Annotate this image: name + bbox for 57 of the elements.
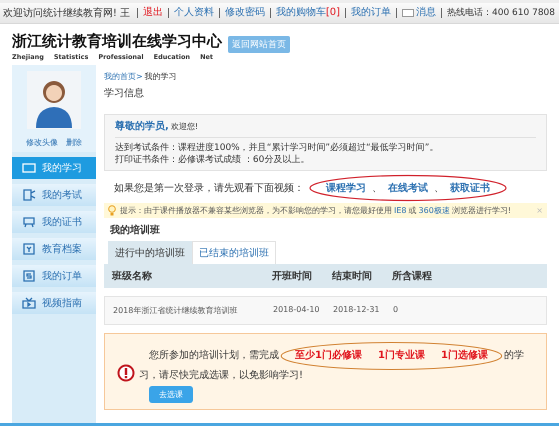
page-title: 学习信息: [104, 86, 145, 100]
user-name: 王: [120, 7, 130, 20]
alert-text: 您所参加的培训计划，需完成 至少1门必修课 1门专业课 1门选修课 的学习，请尽快完成选课，以免影响学习!: [139, 342, 538, 382]
column-header: 班级名称: [112, 270, 153, 283]
avatar-action-link[interactable]: 修改头像: [26, 137, 58, 148]
menu-icon: [22, 297, 36, 309]
sidebar-item[interactable]: 教育档案: [12, 238, 96, 260]
menu-icon: [22, 243, 36, 255]
menu-icon: [22, 162, 36, 174]
table-cell-text: 2018-04-10: [273, 305, 320, 316]
warning-icon: [117, 364, 135, 382]
top-link[interactable]: 个人资料: [168, 8, 214, 18]
site-title: 浙江统计教育培训在线学习中心: [12, 32, 222, 51]
separator-text: 、: [372, 182, 382, 195]
column-header: 结束时间: [332, 270, 373, 283]
tab[interactable]: 进行中的培训班: [108, 241, 192, 264]
table-cell-text: 2018年浙江省统计继续教育培训班: [113, 305, 238, 316]
breadcrumb-link[interactable]: 我的首页>: [104, 71, 143, 82]
message-icon: [402, 9, 414, 17]
top-link[interactable]: 退出: [136, 8, 163, 18]
top-link[interactable]: 消息: [396, 8, 436, 18]
sidebar-item[interactable]: 我的考试: [12, 184, 96, 206]
notice-line: 打印证书条件：必修课考试成绩 ：60分及以上。: [115, 154, 310, 166]
top-link[interactable]: 我的订单: [345, 8, 392, 18]
hotline-text: 热线电话：400 610 7808: [441, 8, 555, 18]
separator-text: 、: [434, 182, 444, 195]
browser-link[interactable]: IE8: [394, 206, 407, 215]
notice-line: 达到考试条件：课程进度100%，并且“累计学习时间”必须超过“最低学习时间”。: [115, 142, 440, 154]
tip-text: 提示：由于课件播放器不兼容某些浏览器，为不影响您的学习，请您最好使用 IE8 或 360极速 浏览器进行学习!: [120, 205, 512, 216]
intro-text: 如果您是第一次登录，请先观看下面视频：: [114, 182, 304, 195]
greeting-text: 尊敬的学员,: [115, 119, 169, 133]
choose-course-button[interactable]: 去选课: [149, 386, 193, 403]
menu-icon: [22, 270, 36, 282]
sidebar-item[interactable]: 视频指南: [12, 292, 96, 314]
menu-icon: [22, 216, 36, 228]
breadcrumb-text: 我的学习: [144, 71, 177, 82]
sidebar-item[interactable]: 我的证书: [12, 211, 96, 233]
column-header: 所含课程: [392, 270, 432, 283]
top-link[interactable]: 我的购物车[0]: [270, 8, 340, 18]
top-link[interactable]: 修改密码: [218, 8, 265, 18]
video-link[interactable]: 在线考试: [388, 181, 428, 195]
section-title: 我的培训班: [108, 223, 161, 237]
lightbulb-icon: [108, 205, 116, 216]
browser-link[interactable]: 360极速: [418, 206, 450, 215]
avatar-silhouette: [27, 71, 81, 129]
welcome-text: 欢迎访问统计继续教育网!: [2, 6, 117, 20]
table-cell: 0: [393, 305, 398, 316]
greeting-suffix: 欢迎您!: [170, 121, 198, 132]
video-link[interactable]: 获取证书: [450, 181, 490, 195]
column-header: 开班时间: [272, 270, 313, 283]
avatar-action-link[interactable]: 删除: [66, 137, 82, 148]
video-link[interactable]: 课程学习: [326, 181, 366, 195]
menu-icon: [22, 189, 36, 201]
sidebar-item[interactable]: 我的订单: [12, 265, 96, 287]
tab[interactable]: 已结束的培训班: [192, 241, 276, 264]
table-cell-text: 2018-12-31: [333, 305, 380, 316]
sidebar-item[interactable]: 我的学习: [12, 157, 96, 179]
